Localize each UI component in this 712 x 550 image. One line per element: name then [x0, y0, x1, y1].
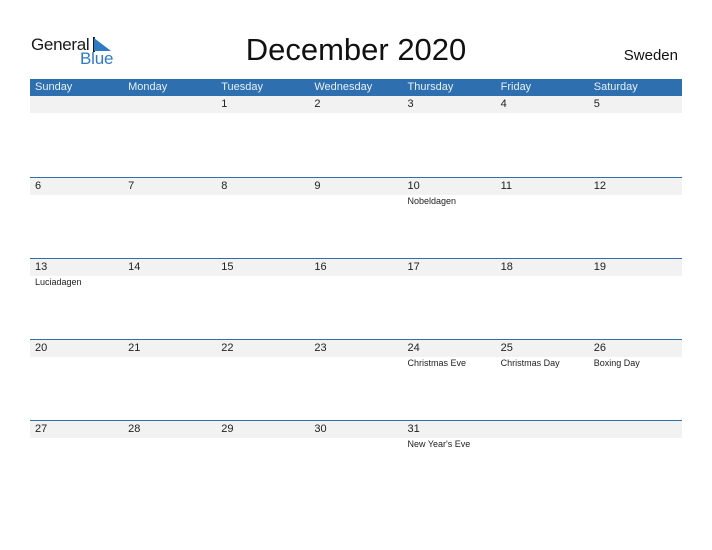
- day-cell: 2: [309, 96, 402, 113]
- day-cell: [589, 421, 682, 450]
- day-cell: 29: [216, 421, 309, 450]
- day-cell: 25 Christmas Day: [496, 340, 589, 369]
- holiday-label: Luciadagen: [35, 277, 82, 287]
- day-cell: 16: [309, 259, 402, 288]
- day-cell: 6: [30, 178, 123, 207]
- weekday-tuesday: Tuesday: [221, 81, 264, 93]
- day-cell: 24 Christmas Eve: [403, 340, 496, 369]
- day-cell: 19: [589, 259, 682, 288]
- weekday-thursday: Thursday: [407, 81, 454, 93]
- day-number: 17: [407, 261, 420, 273]
- day-cell: 22: [216, 340, 309, 369]
- day-number: 9: [314, 180, 321, 192]
- day-number: 27: [35, 423, 48, 435]
- day-cell: 18: [496, 259, 589, 288]
- weekday-friday: Friday: [500, 81, 532, 93]
- day-cell: 3: [403, 96, 496, 113]
- day-cell: 12: [589, 178, 682, 207]
- day-number: 7: [128, 180, 135, 192]
- day-number: 22: [221, 342, 234, 354]
- week-days: 1 2 3 4 5: [30, 96, 682, 113]
- day-number: 23: [314, 342, 327, 354]
- day-cell: 14: [123, 259, 216, 288]
- week-days: 20 21 22 23 24 Christmas Eve 25 Christmas Day 26…: [30, 340, 682, 369]
- day-cell: 11: [496, 178, 589, 207]
- day-cell: 20: [30, 340, 123, 369]
- week-row: 6 7 8 9 10 Nobeldagen 11 12: [30, 177, 682, 258]
- day-cell: 26 Boxing Day: [589, 340, 682, 369]
- week-row: 20 21 22 23 24 Christmas Eve 25 Christmas Day 26…: [30, 339, 682, 420]
- week-row: 13 Luciadagen 14 15 16 17 18 19: [30, 258, 682, 339]
- day-cell: 7: [123, 178, 216, 207]
- day-number: 19: [593, 261, 606, 273]
- day-number: [128, 96, 216, 113]
- day-number: 8: [221, 180, 228, 192]
- day-number: [35, 96, 123, 113]
- holiday-label: New Year's Eve: [407, 439, 471, 449]
- day-cell: [123, 96, 216, 113]
- weekday-sunday: Sunday: [35, 81, 73, 93]
- day-cell: 5: [589, 96, 682, 113]
- day-cell: 23: [309, 340, 402, 369]
- day-number: 26: [593, 342, 606, 354]
- day-cell: 21: [123, 340, 216, 369]
- calendar-grid: Sunday Monday Tuesday Wednesday Thursday Frid…: [30, 79, 682, 501]
- day-number: 29: [221, 423, 234, 435]
- page-title: December 2020: [245, 32, 467, 67]
- day-cell: 8: [216, 178, 309, 207]
- day-number: 24: [407, 342, 420, 354]
- day-cell: 10 Nobeldagen: [403, 178, 496, 207]
- day-number: 28: [128, 423, 141, 435]
- day-cell: 30: [309, 421, 402, 450]
- day-number: 5: [593, 98, 600, 110]
- day-number: 10: [407, 180, 420, 192]
- day-cell: 31 New Year's Eve: [403, 421, 496, 450]
- holiday-label: Nobeldagen: [407, 196, 457, 206]
- weekday-header: Sunday Monday Tuesday Wednesday Thursday Frid…: [30, 79, 682, 96]
- day-cell: 9: [309, 178, 402, 207]
- day-number: 2: [314, 98, 321, 110]
- day-number: 3: [407, 98, 414, 110]
- day-cell: 15: [216, 259, 309, 288]
- day-cell: 13 Luciadagen: [30, 259, 123, 288]
- day-number: 18: [500, 261, 513, 273]
- week-row: 1 2 3 4 5: [30, 96, 682, 177]
- day-number: 31: [407, 423, 420, 435]
- day-number: 30: [314, 423, 327, 435]
- holiday-label: Boxing Day: [593, 358, 640, 368]
- day-number: 11: [500, 180, 513, 192]
- holiday-label: Christmas Eve: [407, 358, 467, 368]
- weekday-monday: Monday: [128, 81, 168, 93]
- weekday-wednesday: Wednesday: [314, 81, 373, 93]
- day-cell: 27: [30, 421, 123, 450]
- week-days: 27 28 29 30 31 New Year's Eve: [30, 421, 682, 450]
- weeks-container: 1 2 3 4 5 6 7 8 9 10 Nobeldagen 11 12 13 Luciadagen 14 1…: [30, 96, 682, 501]
- day-number: 16: [314, 261, 327, 273]
- day-cell: 17: [403, 259, 496, 288]
- day-number: [594, 421, 682, 438]
- day-number: 6: [35, 180, 42, 192]
- day-cell: [30, 96, 123, 113]
- day-cell: 28: [123, 421, 216, 450]
- day-number: 4: [500, 98, 507, 110]
- weekday-saturday: Saturday: [593, 81, 638, 93]
- holiday-label: Christmas Day: [500, 358, 560, 368]
- week-days: 6 7 8 9 10 Nobeldagen 11 12: [30, 178, 682, 207]
- day-number: 21: [128, 342, 141, 354]
- day-number: 1: [221, 98, 228, 110]
- day-number: 25: [500, 342, 513, 354]
- day-number: 12: [593, 180, 606, 192]
- day-cell: 1: [216, 96, 309, 113]
- day-number: 20: [35, 342, 48, 354]
- day-number: 14: [128, 261, 141, 273]
- week-days: 13 Luciadagen 14 15 16 17 18 19: [30, 259, 682, 288]
- country-label: Sweden: [623, 47, 678, 64]
- week-row: 27 28 29 30 31 New Year's Eve: [30, 420, 682, 501]
- day-cell: 4: [496, 96, 589, 113]
- day-number: [501, 421, 589, 438]
- day-number: 15: [221, 261, 234, 273]
- day-cell: [496, 421, 589, 450]
- day-number: 13: [35, 261, 48, 273]
